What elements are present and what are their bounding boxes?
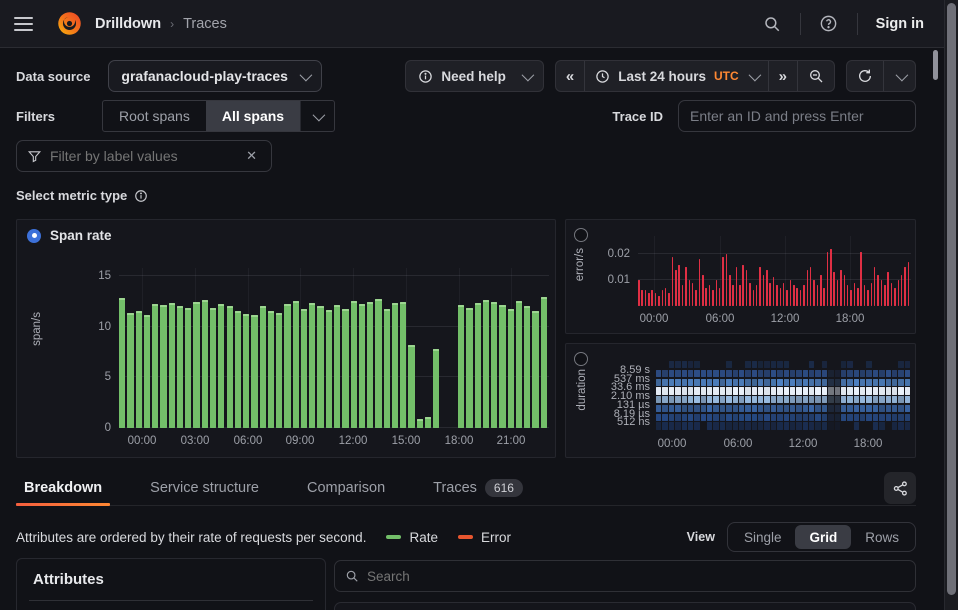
chevron-down-icon xyxy=(748,68,761,81)
nav-divider xyxy=(857,13,858,35)
select-metric-type-label: Select metric type xyxy=(16,188,127,203)
span-rate-y-axis-label: span/s xyxy=(31,312,43,346)
traces-count-badge: 616 xyxy=(485,479,523,497)
grafana-logo-icon[interactable] xyxy=(56,10,83,37)
need-help-button[interactable]: Need help xyxy=(405,60,544,92)
attribute-search-input[interactable] xyxy=(367,569,905,584)
view-grid-option[interactable]: Grid xyxy=(795,525,851,549)
span-scope-toggle: Root spans All spans xyxy=(102,100,335,132)
tab-comparison[interactable]: Comparison xyxy=(299,470,393,505)
help-icon[interactable] xyxy=(813,8,845,40)
breadcrumb-chevron-icon: › xyxy=(170,17,174,31)
attributes-panel: Attributes xyxy=(16,558,326,610)
duration-radio[interactable] xyxy=(574,352,588,366)
data-source-select[interactable]: grafanacloud-play-traces xyxy=(108,60,322,92)
trace-id-label: Trace ID xyxy=(612,109,663,124)
share-icon xyxy=(892,480,909,497)
view-rows-option[interactable]: Rows xyxy=(851,525,913,549)
span-rate-chart: 05101500:0003:0006:0009:0012:0015:0018:0… xyxy=(119,268,549,428)
span-scope-dropdown[interactable] xyxy=(300,101,334,131)
chevron-down-icon xyxy=(521,68,534,81)
share-button[interactable] xyxy=(884,472,916,504)
attribute-result-panel xyxy=(334,602,916,610)
legend-rate: Rate xyxy=(386,530,438,545)
error-rate-radio[interactable] xyxy=(574,228,588,242)
scrollbar-track xyxy=(944,0,958,610)
info-circle-icon[interactable] xyxy=(134,189,148,203)
top-nav: Drilldown › Traces Sign in xyxy=(0,0,944,48)
breadcrumb-traces: Traces xyxy=(183,16,227,32)
duration-heatmap: 8.59 s537 ms33.6 ms2.10 ms131 µs8.19 µs5… xyxy=(656,361,911,431)
refresh-group xyxy=(846,60,916,92)
tab-traces[interactable]: Traces 616 xyxy=(425,470,531,505)
breadcrumb-drilldown[interactable]: Drilldown xyxy=(95,16,161,32)
tab-bar: Breakdown Service structure Comparison T… xyxy=(16,470,916,506)
error-rate-chart: 0.010.0200:0006:0012:0018:00 xyxy=(638,236,911,306)
info-circle-icon xyxy=(418,69,433,84)
label-filter-input[interactable] xyxy=(50,148,242,164)
attribute-search-field[interactable] xyxy=(334,560,916,592)
time-range-button[interactable]: Last 24 hours UTC xyxy=(584,61,767,91)
tab-service-structure[interactable]: Service structure xyxy=(142,470,267,505)
zoom-out-icon[interactable] xyxy=(797,61,834,91)
data-source-label: Data source xyxy=(16,69,90,84)
ordering-note: Attributes are ordered by their rate of … xyxy=(16,530,366,545)
error-rate-panel[interactable]: error/s 0.010.0200:0006:0012:0018:00 xyxy=(565,219,916,334)
all-spans-option[interactable]: All spans xyxy=(206,101,300,131)
clock-icon xyxy=(595,69,610,84)
span-rate-panel[interactable]: Span rate span/s 05101500:0003:0006:0009… xyxy=(16,219,556,458)
timezone-label: UTC xyxy=(714,69,739,83)
chevron-down-icon xyxy=(300,68,313,81)
time-picker-group: « Last 24 hours UTC » xyxy=(555,60,835,92)
clear-filter-icon[interactable]: ✕ xyxy=(242,146,261,166)
sign-in-button[interactable]: Sign in xyxy=(870,16,930,32)
filter-funnel-icon xyxy=(27,149,42,164)
attributes-divider xyxy=(29,600,313,601)
root-spans-option[interactable]: Root spans xyxy=(103,101,206,131)
time-range-forward-button[interactable]: » xyxy=(768,61,797,91)
search-icon xyxy=(345,569,359,583)
span-rate-radio[interactable] xyxy=(27,229,41,243)
filters-label: Filters xyxy=(16,109,55,124)
menu-icon[interactable] xyxy=(14,9,44,39)
span-rate-title: Span rate xyxy=(50,228,112,243)
view-label: View xyxy=(687,530,715,544)
label-filter-field[interactable]: ✕ xyxy=(16,140,272,172)
scrollbar-thumb[interactable] xyxy=(947,3,956,595)
traces-drilldown-page: Drilldown › Traces Sign in Data source g… xyxy=(0,0,958,610)
error-rate-y-axis-label: error/s xyxy=(574,248,586,281)
inner-scrollbar-thumb[interactable] xyxy=(933,50,938,80)
time-range-back-button[interactable]: « xyxy=(556,61,584,91)
trace-id-input[interactable] xyxy=(678,100,916,132)
duration-panel[interactable]: duration 8.59 s537 ms33.6 ms2.10 ms131 µ… xyxy=(565,343,916,458)
rate-legend-dash xyxy=(386,535,401,539)
view-single-option[interactable]: Single xyxy=(730,525,796,549)
attributes-title: Attributes xyxy=(33,571,104,588)
nav-divider xyxy=(800,13,801,35)
tab-breakdown[interactable]: Breakdown xyxy=(16,470,110,505)
legend-error: Error xyxy=(458,530,511,545)
refresh-interval-dropdown[interactable] xyxy=(883,61,915,91)
refresh-icon[interactable] xyxy=(847,61,883,91)
search-icon[interactable] xyxy=(756,8,788,40)
error-legend-dash xyxy=(458,535,473,539)
view-toggle: Single Grid Rows xyxy=(727,522,916,552)
duration-y-axis-label: duration xyxy=(576,369,588,411)
